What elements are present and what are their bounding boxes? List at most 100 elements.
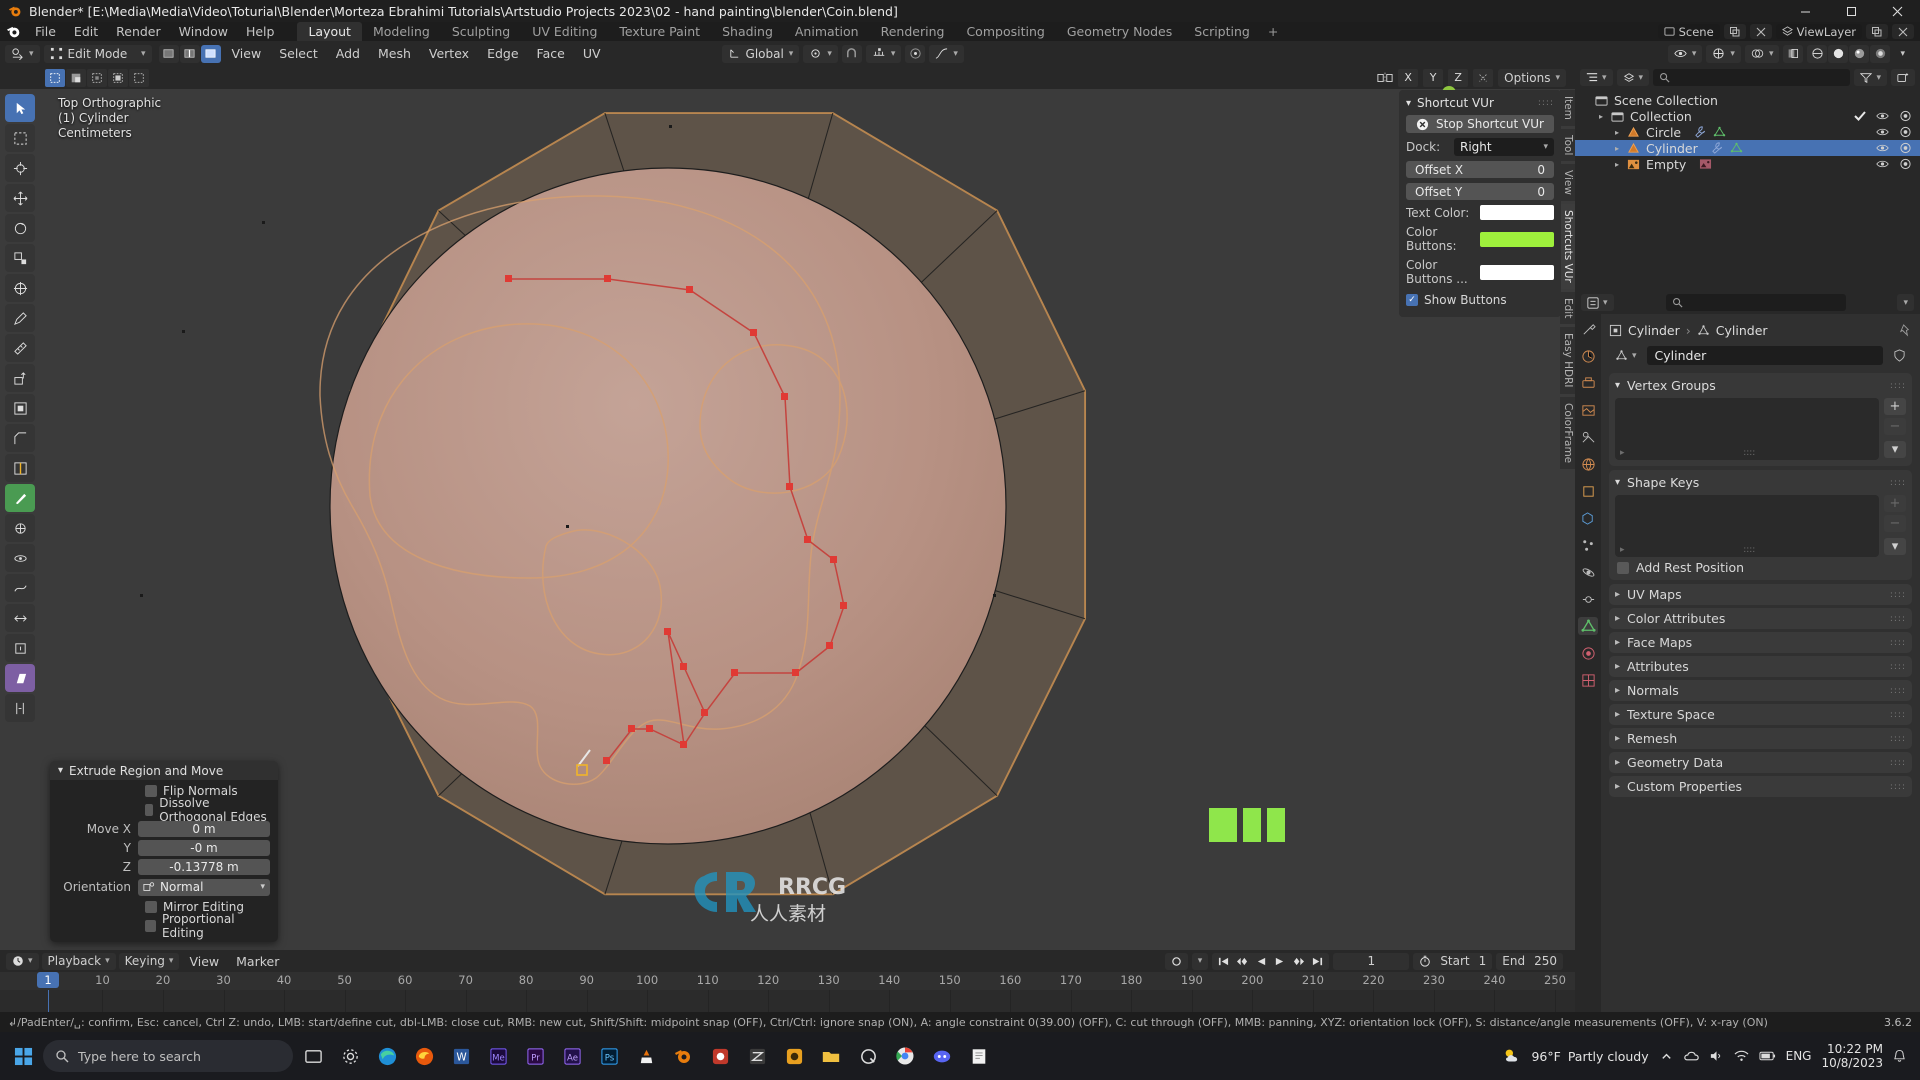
interaction-mode-selector[interactable]: Edit Mode ▾ — [43, 44, 152, 63]
expand-arrow-icon[interactable]: ▸ — [1615, 144, 1627, 153]
mesh-name-input[interactable]: Cylinder — [1646, 346, 1883, 365]
timeline-menu-view[interactable]: View — [182, 954, 226, 969]
tab-uv-editing[interactable]: UV Editing — [521, 22, 608, 41]
tab-animation[interactable]: Animation — [784, 22, 870, 41]
pin-icon[interactable] — [1899, 323, 1912, 337]
properties-options-button[interactable]: ▾ — [1897, 294, 1914, 311]
move-x-field[interactable]: 0 m — [138, 821, 270, 837]
edge-select-mode-button[interactable] — [179, 44, 200, 63]
tweak-select-button[interactable] — [45, 68, 65, 87]
tab-object-properties[interactable] — [1578, 482, 1598, 500]
proportional-falloff-selector[interactable]: ▾ — [929, 44, 964, 63]
tab-output-properties[interactable] — [1578, 374, 1598, 392]
word-icon[interactable]: W — [444, 1039, 478, 1073]
tool-smooth[interactable] — [5, 574, 35, 602]
maximize-button[interactable] — [1828, 0, 1874, 22]
tool-annotate[interactable] — [5, 304, 35, 332]
menu-file[interactable]: File — [26, 22, 65, 41]
tab-shading[interactable]: Shading — [711, 22, 784, 41]
tab-texture-properties[interactable] — [1578, 671, 1598, 689]
vertex-groups-header[interactable]: ▾ Vertex Groups :::: — [1615, 377, 1906, 394]
show-buttons-checkbox[interactable]: ✓ — [1406, 294, 1418, 306]
select-extend-button[interactable] — [66, 68, 86, 87]
task-view-button[interactable] — [296, 1039, 330, 1073]
stop-shortcut-vur-button[interactable]: Stop Shortcut VUr — [1406, 115, 1554, 133]
snap-settings[interactable]: ▾ — [865, 44, 902, 63]
tab-modeling[interactable]: Modeling — [362, 22, 441, 41]
tool-transform[interactable] — [5, 274, 35, 302]
color-buttons2-swatch[interactable] — [1480, 264, 1554, 280]
viewport-menu-add[interactable]: Add — [329, 46, 367, 61]
expand-arrow-icon[interactable]: ▸ — [1620, 448, 1625, 458]
sidebar-tab-edit[interactable]: Edit — [1560, 291, 1575, 325]
proportional-editing-row[interactable]: Proportional Editing — [145, 912, 270, 940]
play-reverse-button[interactable] — [1256, 956, 1267, 967]
tab-render-properties[interactable] — [1578, 347, 1598, 365]
viewport-menu-edge[interactable]: Edge — [480, 46, 525, 61]
viewport-menu-face[interactable]: Face — [530, 46, 572, 61]
menu-edit[interactable]: Edit — [65, 22, 107, 41]
vur-show-buttons-row[interactable]: ✓ Show Buttons — [1399, 291, 1561, 309]
sidebar-tab-tool[interactable]: Tool — [1560, 128, 1575, 162]
weather-widget[interactable]: 96°F Partly cloudy — [1502, 1046, 1649, 1066]
panel-geometry-data[interactable]: ▸ Geometry Data:::: — [1609, 752, 1912, 773]
fake-user-toggle[interactable] — [1887, 346, 1912, 365]
outliner-row-scene-collection[interactable]: Scene Collection — [1575, 92, 1920, 108]
expand-arrow-icon[interactable]: ▸ — [1620, 545, 1625, 555]
outliner-search-input[interactable] — [1653, 69, 1851, 86]
tool-rotate[interactable] — [5, 214, 35, 242]
tool-poly-build[interactable] — [5, 514, 35, 542]
add-vertex-group-button[interactable]: + — [1884, 398, 1906, 415]
overlays-selector[interactable]: ▾ — [1744, 44, 1780, 63]
tab-view-layer-properties[interactable] — [1578, 401, 1598, 419]
expand-arrow-icon[interactable]: ▸ — [1599, 112, 1611, 121]
add-rest-position-checkbox[interactable] — [1617, 561, 1629, 574]
flip-normals-checkbox[interactable] — [145, 785, 157, 797]
outliner-row-toggles[interactable] — [1876, 126, 1912, 138]
mesh-datablock-browse-button[interactable]: ▾ — [1609, 346, 1643, 365]
timeline-ruler[interactable]: 10 20 30 40 50 60 70 80 90 100 110 120 130 140 150 160 1… — [0, 972, 1575, 990]
tool-inset-faces[interactable] — [5, 394, 35, 422]
start-button[interactable] — [6, 1039, 40, 1073]
tab-object-data-properties[interactable] — [1578, 617, 1598, 635]
color-buttons-swatch[interactable] — [1480, 231, 1554, 247]
tab-scripting[interactable]: Scripting — [1183, 22, 1261, 41]
breadcrumb-data-name[interactable]: Cylinder — [1716, 323, 1768, 338]
next-keyframe-button[interactable] — [1292, 956, 1305, 967]
edge-browser-icon[interactable] — [370, 1039, 404, 1073]
viewport-menu-mesh[interactable]: Mesh — [371, 46, 418, 61]
after-effects-icon[interactable]: Ae — [555, 1039, 589, 1073]
text-color-swatch[interactable] — [1480, 205, 1554, 220]
folder-icon[interactable] — [814, 1039, 848, 1073]
mirror-x-button[interactable]: X — [1398, 68, 1419, 87]
timeline-menu-marker[interactable]: Marker — [229, 954, 286, 969]
sidebar-tab-colorframe[interactable]: ColorFrame — [1560, 396, 1575, 469]
tab-constraint-properties[interactable] — [1578, 590, 1598, 608]
tab-world-properties[interactable] — [1578, 455, 1598, 473]
pivot-point-selector[interactable]: ▾ — [803, 44, 838, 63]
show-hidden-icons-icon[interactable] — [1659, 1050, 1674, 1063]
previous-keyframe-button[interactable] — [1236, 956, 1249, 967]
outliner-filter-button[interactable]: ▾ — [1854, 69, 1887, 86]
timeline-track-area[interactable] — [0, 990, 1575, 1012]
outliner-display-mode[interactable]: ▾ — [1616, 69, 1650, 86]
language-indicator[interactable]: ENG — [1786, 1049, 1812, 1063]
tool-edge-slide[interactable] — [5, 604, 35, 632]
tool-cursor[interactable] — [5, 154, 35, 182]
viewport-menu-select[interactable]: Select — [272, 46, 325, 61]
onedrive-icon[interactable] — [1683, 1049, 1699, 1063]
new-collection-button[interactable] — [1891, 69, 1915, 86]
viewlayer-selector[interactable]: ViewLayer — [1775, 24, 1862, 39]
tool-bevel[interactable] — [5, 424, 35, 452]
minimize-button[interactable] — [1782, 0, 1828, 22]
sidebar-tab-item[interactable]: Item — [1560, 90, 1575, 126]
proportional-editing-toggle[interactable] — [905, 44, 926, 63]
panel-custom-properties[interactable]: ▸ Custom Properties:::: — [1609, 776, 1912, 797]
viewport-menu-uv[interactable]: UV — [576, 46, 608, 61]
media-encoder-icon[interactable]: Me — [481, 1039, 515, 1073]
taskbar-search-input[interactable]: Type here to search — [43, 1040, 293, 1072]
outliner-tree[interactable]: Scene Collection ▸ Collection ▸ Circle ▸ Cylin… — [1575, 89, 1920, 172]
sidebar-tab-easy-hdri[interactable]: Easy HDRI — [1560, 327, 1575, 394]
proportional-editing-checkbox[interactable] — [145, 920, 156, 932]
end-frame-field[interactable]: End 250 — [1496, 952, 1563, 970]
